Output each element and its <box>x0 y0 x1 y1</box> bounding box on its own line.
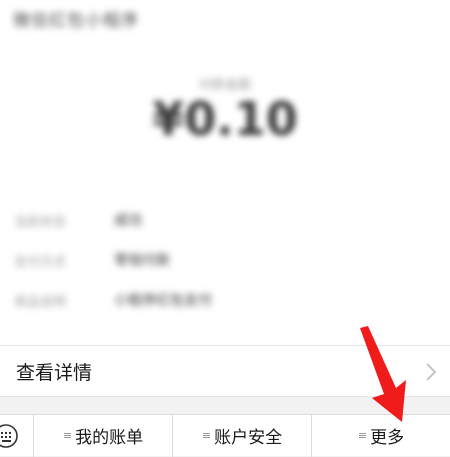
row-key: 商品说明 <box>14 294 67 310</box>
menu-more-label: 更多 <box>370 428 405 448</box>
receipt-row: 商品说明 小程序红包支付 <box>14 280 434 320</box>
receipt-row: 当前状态 成功 <box>14 200 434 240</box>
view-details-label: 查看详情 <box>16 361 93 384</box>
keyboard-toggle[interactable] <box>0 414 34 457</box>
receipt-card: 微信红包小程序 付款金额 ¥0.10 当前状态 成功 支付方式 零钱付款 商品说… <box>0 0 450 345</box>
menu-my-bill[interactable]: ≡ 我的账单 <box>34 414 173 457</box>
receipt-row: 支付方式 零钱付款 <box>14 240 434 280</box>
row-key: 支付方式 <box>14 254 67 270</box>
merchant-title: 微信红包小程序 <box>13 11 139 31</box>
menu-glyph-icon: ≡ <box>201 429 212 442</box>
receipt-rows: 当前状态 成功 支付方式 零钱付款 商品说明 小程序红包支付 <box>14 200 434 320</box>
row-key: 当前状态 <box>14 214 67 230</box>
bottom-menu-bar: ≡ 我的账单 ≡ 账户安全 ≡ 更多 <box>0 414 450 457</box>
amount-label: 付款金额 <box>198 78 251 93</box>
menu-more[interactable]: ≡ 更多 <box>312 415 450 457</box>
menu-my-bill-label: 我的账单 <box>75 428 144 448</box>
row-value: 成功 <box>114 213 142 229</box>
menu-account-security-label: 账户安全 <box>214 428 283 448</box>
row-value: 小程序红包支付 <box>114 293 212 309</box>
keyboard-icon <box>0 423 18 448</box>
menu-account-security[interactable]: ≡ 账户安全 <box>173 414 312 457</box>
chevron-right-icon <box>426 363 437 381</box>
menu-glyph-icon: ≡ <box>62 429 73 442</box>
menu-glyph-icon: ≡ <box>357 429 368 442</box>
view-details-row[interactable]: 查看详情 <box>0 345 450 397</box>
row-value: 零钱付款 <box>114 253 170 269</box>
amount-value: ¥0.10 <box>152 92 298 146</box>
